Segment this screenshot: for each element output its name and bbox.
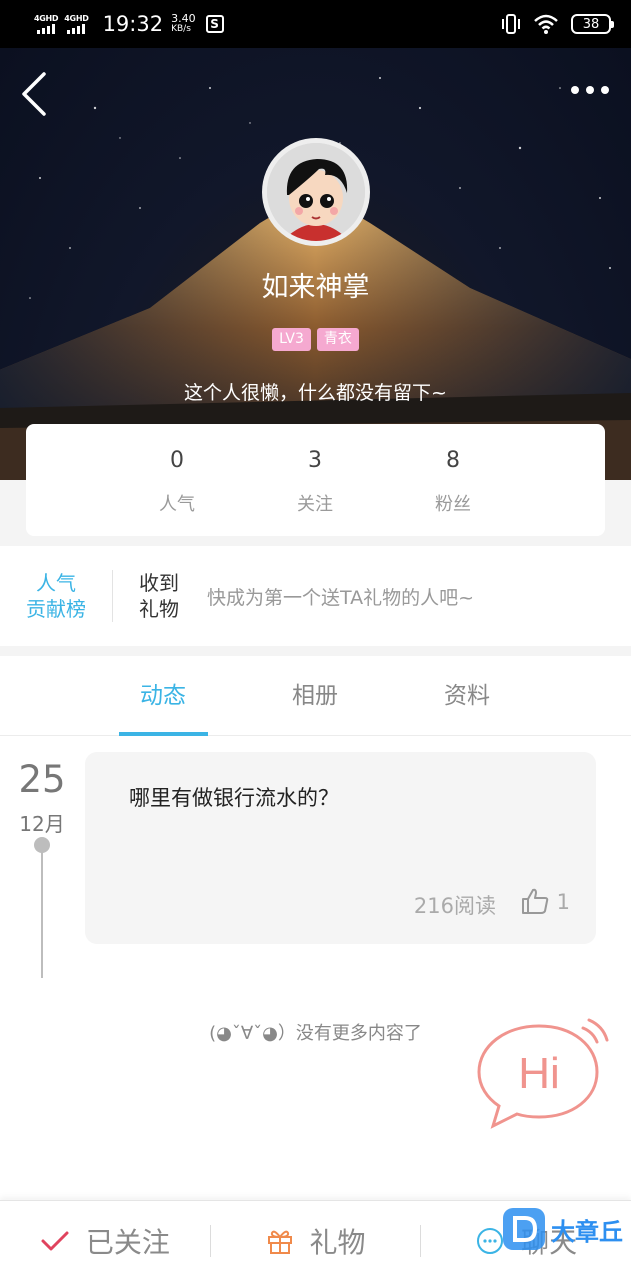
stats-card: 0 人气 3 关注 8 粉丝 — [26, 424, 605, 536]
hi-text: Hi — [518, 1049, 560, 1098]
send-gift-button[interactable]: 礼物 — [211, 1201, 421, 1280]
checkmark-icon — [41, 1231, 69, 1250]
stat-label: 关注 — [297, 494, 333, 515]
received-line1: 收到 — [139, 571, 179, 595]
thumbs-up-icon[interactable] — [520, 886, 550, 916]
avatar-cartoon-image — [267, 143, 365, 241]
post-date-month: 12月 — [19, 812, 65, 836]
battery-indicator: 38 — [571, 14, 614, 34]
timeline-dot — [34, 837, 50, 853]
notification-s-icon: S — [205, 15, 224, 33]
stat-value: 8 — [446, 448, 460, 473]
post-date-day: 25 — [18, 758, 66, 801]
rank-label-line2: 贡献榜 — [26, 597, 86, 621]
gift-label: 礼物 — [309, 1225, 366, 1259]
tab-profile-info[interactable]: 资料 — [422, 656, 512, 736]
watermark-logo-icon — [503, 1208, 545, 1250]
say-hi-button[interactable]: Hi — [475, 1018, 609, 1130]
back-arrow-icon[interactable] — [20, 70, 52, 118]
bio-text: 这个人很懒，什么都没有留下~ — [184, 382, 447, 404]
vibrate-icon — [502, 14, 520, 34]
network-speed: 3.40 KB/s — [171, 13, 196, 35]
avatar[interactable] — [262, 138, 370, 246]
tab-activity[interactable]: 动态 — [118, 656, 208, 736]
more-options-icon[interactable] — [571, 86, 609, 94]
status-bar: 4GHD 4GHD 19:32 3.40 KB/s S 38 — [0, 0, 631, 48]
signal-icon: 4GHD — [64, 14, 89, 34]
profile-page: 4GHD 4GHD 19:32 3.40 KB/s S 38 如来神掌 LV3 … — [0, 0, 631, 1280]
stat-value: 0 — [170, 448, 184, 473]
timeline-line — [41, 852, 43, 978]
profile-header: 如来神掌 LV3 青衣 这个人很懒，什么都没有留下~ — [0, 48, 631, 480]
activity-feed: 25 12月 哪里有做银行流水的？ 216阅读 1 (◕ˇ∀ˇ◕）没有更多内容了 — [0, 736, 631, 1202]
speed-unit: KB/s — [171, 24, 191, 34]
clock: 19:32 — [102, 12, 164, 36]
gift-hint: 快成为第一个送TA礼物的人吧~ — [207, 586, 475, 609]
stat-label: 人气 — [159, 494, 195, 515]
watermark-text: 大章丘 — [551, 1217, 623, 1246]
received-line2: 礼物 — [139, 597, 179, 621]
post-text: 哪里有做银行流水的？ — [129, 786, 339, 810]
rank-label-line1: 人气 — [36, 571, 76, 595]
nickname: 如来神掌 — [261, 272, 370, 303]
contribution-rank-button[interactable]: 人气 贡献榜 — [0, 570, 112, 622]
gift-section: 人气 贡献榜 收到 礼物 快成为第一个送TA礼物的人吧~ — [0, 546, 631, 646]
received-gifts-label: 收到 礼物 — [113, 570, 205, 622]
signal-label: 4GHD — [64, 14, 89, 23]
signal-icon: 4GHD — [34, 14, 59, 34]
level-badge: LV3 — [272, 328, 311, 351]
speed-value: 3.40 — [171, 12, 196, 25]
post-card[interactable]: 哪里有做银行流水的？ 216阅读 1 — [85, 752, 596, 944]
stat-following[interactable]: 3 关注 — [246, 424, 384, 536]
tab-album[interactable]: 相册 — [270, 656, 360, 736]
stat-followers[interactable]: 8 粉丝 — [384, 424, 522, 536]
mountain-background — [0, 77, 631, 480]
following-button[interactable]: 已关注 — [0, 1201, 210, 1280]
tab-bar: 动态 相册 资料 — [0, 656, 631, 736]
post-read-count: 216阅读 — [413, 894, 496, 918]
following-label: 已关注 — [85, 1225, 170, 1259]
stat-value: 3 — [308, 448, 322, 473]
watermark: 大章丘 — [501, 1206, 623, 1252]
stat-popularity[interactable]: 0 人气 — [108, 424, 246, 536]
stat-label: 粉丝 — [435, 494, 471, 515]
badge-row: LV3 青衣 — [0, 328, 631, 351]
title-badge: 青衣 — [316, 328, 359, 351]
post-like-count: 1 — [556, 890, 570, 914]
signal-label: 4GHD — [34, 14, 59, 23]
hi-bubble-icon: Hi — [477, 1018, 609, 1129]
gift-icon — [267, 1230, 292, 1254]
wifi-icon — [534, 14, 558, 34]
